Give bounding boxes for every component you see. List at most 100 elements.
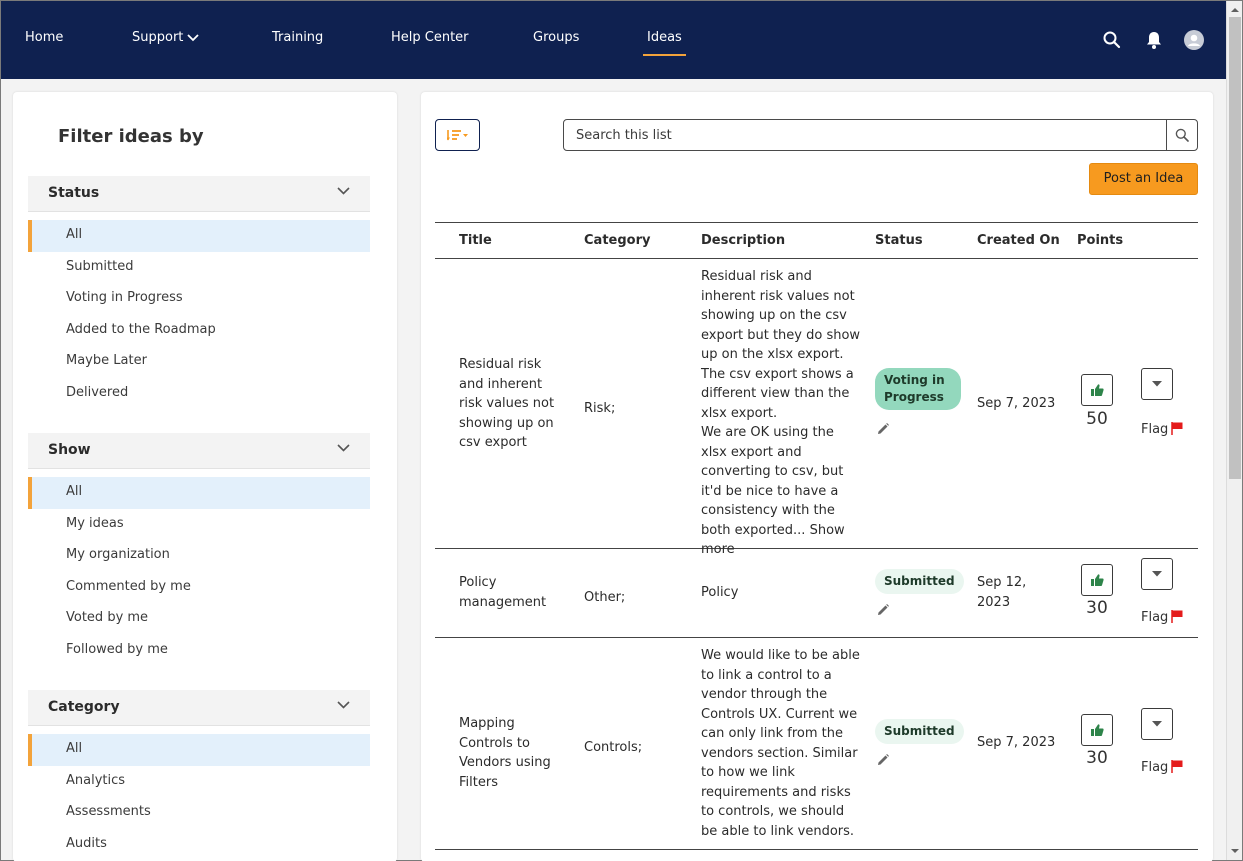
nav-ideas[interactable]: Ideas — [643, 30, 686, 56]
thumbs-up-icon — [1091, 724, 1104, 736]
table-row: Residual risk and inherent risk values n… — [435, 259, 1198, 557]
filter-panel: Filter ideas by Status All Submitted Vot… — [13, 92, 397, 861]
nav-support[interactable]: Support — [132, 30, 200, 56]
flag-label: Flag — [1141, 610, 1169, 625]
search-box — [563, 119, 1198, 151]
row-actions-dropdown[interactable] — [1141, 558, 1173, 590]
show-option-my-organization[interactable]: My organization — [28, 540, 370, 572]
category-option-all[interactable]: All — [28, 734, 370, 766]
search-icon[interactable] — [1102, 30, 1122, 50]
show-option-followed-by-me[interactable]: Followed by me — [28, 635, 370, 667]
category-filter-header[interactable]: Category — [28, 690, 370, 726]
status-filter-label: Status — [48, 185, 100, 201]
created-date: Sep 7, 2023 — [977, 735, 1056, 750]
pencil-icon[interactable] — [876, 422, 890, 436]
idea-category: Risk; — [584, 401, 616, 416]
status-badge: Voting in Progress — [875, 368, 961, 410]
show-option-commented-by-me[interactable]: Commented by me — [28, 572, 370, 604]
category-filter-label: Category — [48, 699, 120, 715]
show-option-all[interactable]: All — [28, 477, 370, 509]
pencil-icon[interactable] — [876, 603, 890, 617]
flag-label: Flag — [1141, 422, 1169, 437]
column-header-created-on[interactable]: Created On — [977, 233, 1060, 248]
flag-icon — [1171, 610, 1183, 623]
status-option-submitted[interactable]: Submitted — [28, 252, 370, 284]
table-header: Title Category Description Status Create… — [435, 222, 1198, 259]
search-icon — [1175, 128, 1189, 142]
show-filter-label: Show — [48, 442, 91, 458]
flag-icon — [1171, 760, 1183, 773]
idea-description-text: Residual risk and inherent risk values n… — [701, 269, 861, 538]
nav-groups[interactable]: Groups — [533, 30, 579, 56]
post-idea-button[interactable]: Post an Idea — [1089, 163, 1198, 195]
idea-description: Residual risk and inherent risk values n… — [701, 267, 863, 560]
upvote-button[interactable] — [1081, 564, 1113, 596]
flag-label: Flag — [1141, 760, 1169, 775]
column-header-category[interactable]: Category — [584, 233, 650, 248]
chevron-down-icon — [187, 33, 200, 41]
points-count: 30 — [1086, 748, 1108, 768]
column-header-title[interactable]: Title — [459, 233, 492, 248]
upvote-button[interactable] — [1081, 374, 1113, 406]
flag-icon — [1171, 422, 1183, 435]
column-header-description[interactable]: Description — [701, 233, 785, 248]
created-date: Sep 12, 2023 — [977, 575, 1027, 610]
status-badge: Submitted — [875, 569, 964, 594]
idea-title[interactable]: Mapping Controls to Vendors using Filter… — [459, 714, 569, 792]
nav-home[interactable]: Home — [25, 30, 63, 56]
scrollbar-thumb[interactable] — [1229, 17, 1241, 479]
page-scrollbar[interactable] — [1226, 1, 1242, 860]
points-count: 50 — [1086, 409, 1108, 429]
filter-title: Filter ideas by — [58, 126, 204, 147]
row-actions-dropdown[interactable] — [1141, 368, 1173, 400]
show-option-my-ideas[interactable]: My ideas — [28, 509, 370, 541]
status-option-all[interactable]: All — [28, 220, 370, 252]
search-submit-button[interactable] — [1166, 120, 1197, 150]
idea-category: Other; — [584, 590, 626, 605]
sort-button[interactable] — [435, 119, 480, 151]
status-filter-header[interactable]: Status — [28, 176, 370, 212]
idea-description: Policy — [701, 585, 739, 600]
category-option-analytics[interactable]: Analytics — [28, 766, 370, 798]
search-input[interactable] — [564, 120, 1166, 150]
show-filter-header[interactable]: Show — [28, 433, 370, 469]
table-row: Policy management Other; Policy Submitte… — [435, 549, 1198, 638]
column-header-points[interactable]: Points — [1077, 233, 1123, 248]
chevron-down-icon — [1152, 381, 1162, 387]
chevron-down-icon — [1152, 571, 1162, 577]
status-badge: Submitted — [875, 719, 964, 744]
top-navigation-bar: Home Support Training Help Center Groups… — [1, 1, 1226, 79]
flag-link[interactable]: Flag — [1141, 609, 1184, 625]
scroll-down-arrow-icon[interactable] — [1230, 846, 1240, 856]
thumbs-up-icon — [1091, 384, 1104, 396]
nav-help-center[interactable]: Help Center — [391, 30, 469, 56]
idea-title[interactable]: Residual risk and inherent risk values n… — [459, 355, 569, 453]
status-option-maybe-later[interactable]: Maybe Later — [28, 346, 370, 378]
user-avatar-icon[interactable] — [1184, 30, 1204, 50]
bell-icon[interactable] — [1144, 30, 1164, 50]
upvote-button[interactable] — [1081, 714, 1113, 746]
status-option-added-to-roadmap[interactable]: Added to the Roadmap — [28, 315, 370, 347]
chevron-down-icon — [337, 701, 350, 709]
status-option-voting-in-progress[interactable]: Voting in Progress — [28, 283, 370, 315]
row-actions-dropdown[interactable] — [1141, 708, 1173, 740]
flag-link[interactable]: Flag — [1141, 421, 1184, 437]
scroll-up-arrow-icon[interactable] — [1230, 5, 1240, 15]
nav-support-label: Support — [132, 30, 184, 45]
table-row: Mapping Controls to Vendors using Filter… — [435, 638, 1198, 850]
idea-description: We would like to be able to link a contr… — [701, 648, 860, 839]
sort-icon — [446, 130, 468, 141]
points-count: 30 — [1086, 598, 1108, 618]
thumbs-up-icon — [1091, 574, 1104, 586]
flag-link[interactable]: Flag — [1141, 759, 1184, 775]
idea-title[interactable]: Policy management — [459, 573, 569, 612]
status-option-delivered[interactable]: Delivered — [28, 378, 370, 410]
show-option-voted-by-me[interactable]: Voted by me — [28, 603, 370, 635]
category-option-assessments[interactable]: Assessments — [28, 797, 370, 829]
pencil-icon[interactable] — [876, 753, 890, 767]
chevron-down-icon — [337, 444, 350, 452]
category-option-audits[interactable]: Audits — [28, 829, 370, 861]
column-header-status[interactable]: Status — [875, 233, 923, 248]
ideas-list-panel: Post an Idea Title Category Description … — [421, 92, 1213, 861]
nav-training[interactable]: Training — [272, 30, 323, 56]
